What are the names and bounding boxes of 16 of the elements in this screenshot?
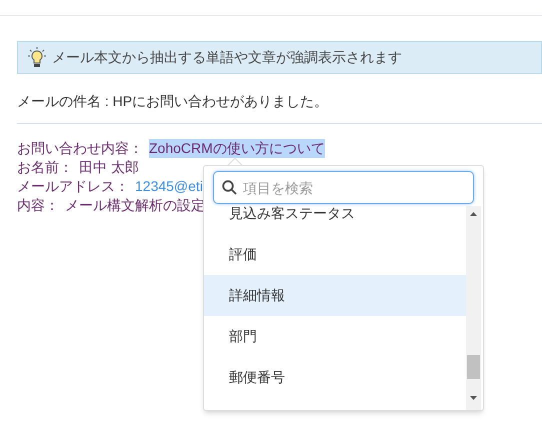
email-subject: メールの件名 : HPにお問い合わせがありました。	[17, 92, 330, 111]
field-label: お名前：	[17, 158, 73, 177]
search-field[interactable]: 項目を検索	[213, 171, 474, 204]
banner-text: メール本文から抽出する単語や文章が強調表示されます	[52, 48, 402, 67]
field-label: 内容：	[17, 196, 59, 215]
field-label: お問い合わせ内容：	[17, 139, 143, 158]
field-label: メールアドレス：	[17, 177, 129, 196]
field-value: 田中 太郎	[79, 158, 139, 177]
search-icon	[222, 180, 237, 195]
lightbulb-icon	[28, 46, 46, 68]
scrollbar[interactable]	[466, 206, 481, 410]
scrollbar-thumb[interactable]	[467, 355, 480, 379]
highlighted-text: ZohoCRMの使い方について	[149, 139, 325, 158]
scroll-down-icon	[470, 396, 477, 400]
dropdown-item[interactable]: 詳細情報	[204, 275, 466, 316]
scroll-up-icon	[470, 212, 477, 216]
